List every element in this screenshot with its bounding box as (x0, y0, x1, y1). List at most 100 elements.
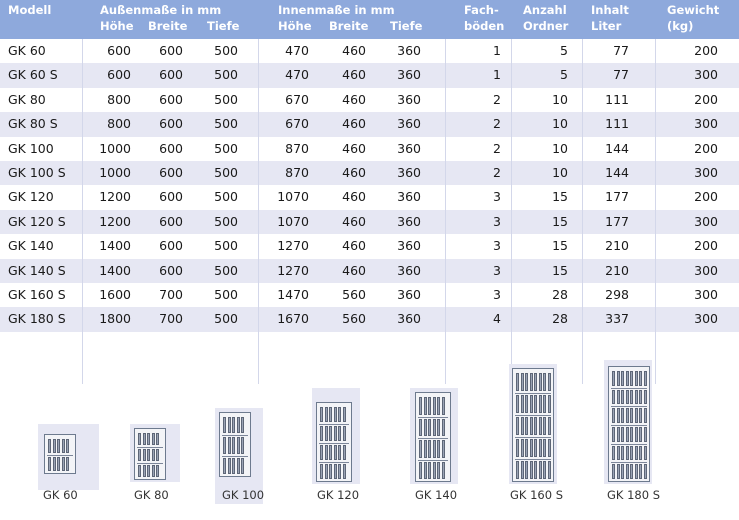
binder-icon (538, 373, 542, 391)
binder-icon (643, 389, 647, 405)
binder-icon (138, 465, 141, 477)
cell-ab: 600 (159, 67, 183, 83)
binder-icon (52, 439, 56, 453)
cell-ah: 800 (107, 91, 131, 107)
binder-icon (529, 373, 533, 391)
shelf-line (319, 424, 349, 425)
binder-icon (625, 389, 629, 405)
cell-ordner: 28 (552, 311, 568, 327)
header-ordner: Ordner (523, 19, 569, 33)
shelf-line (418, 438, 448, 439)
binder-icon (525, 439, 528, 457)
cabinet-label: GK 120 (317, 488, 360, 502)
cell-ib: 460 (342, 140, 366, 156)
shelf-line (137, 447, 163, 448)
cell-ah: 1800 (99, 311, 131, 327)
cell-gewicht: 200 (694, 91, 718, 107)
cell-fach: 3 (493, 238, 501, 254)
table-row: GK 80 800 600 500 670 460 360 2 10 111 200 (0, 87, 739, 113)
header-inhalt: Inhalt (591, 3, 629, 17)
binder-icon (57, 457, 60, 471)
binder-icon (612, 464, 615, 479)
binder-icon (432, 397, 436, 415)
cell-ah: 1000 (99, 140, 131, 156)
binder-icon (432, 418, 436, 436)
cell-ordner: 15 (552, 262, 568, 278)
header-gewicht: Gewicht (667, 3, 720, 17)
binder-icon (223, 437, 226, 454)
binder-icon (423, 461, 427, 479)
binder-icon (529, 395, 533, 413)
cell-ab: 600 (159, 164, 183, 180)
binder-icon (437, 440, 440, 458)
cell-liter: 210 (605, 238, 629, 254)
shelf-line (222, 455, 248, 457)
binder-icon (156, 465, 159, 477)
table-header: Modell Außenmaße in mm Höhe Breite Tiefe… (0, 0, 739, 39)
cell-ah: 600 (107, 67, 131, 83)
shelf-line (515, 415, 551, 416)
cabinet-label: GK 160 S (510, 488, 564, 502)
binder-icon (538, 461, 542, 479)
binder-icon (612, 408, 615, 423)
binder-icon (538, 417, 542, 435)
binder-icon (616, 389, 620, 405)
cell-it: 360 (397, 238, 421, 254)
cell-it: 360 (397, 262, 421, 278)
cell-gewicht: 300 (694, 67, 718, 83)
cell-at: 500 (214, 311, 238, 327)
binder-icon (639, 389, 642, 405)
binder-icon (241, 437, 244, 454)
binder-icon (320, 464, 323, 479)
cell-at: 500 (214, 286, 238, 302)
binder-icon (419, 461, 422, 479)
binder-icon (616, 427, 620, 442)
cell-ih: 470 (285, 67, 309, 83)
cabinet-icon (134, 428, 166, 480)
binder-icon (342, 445, 346, 460)
cell-at: 500 (214, 67, 238, 83)
table-row: GK 140 1400 600 500 1270 460 360 3 15 210 200 (0, 234, 739, 259)
binder-icon (423, 397, 427, 415)
cell-it: 360 (397, 213, 421, 229)
binder-icon (61, 439, 65, 453)
header-aussenmasse: Außenmaße in mm (100, 3, 222, 17)
header-anzahl: Anzahl (523, 3, 567, 17)
cell-ih: 870 (285, 140, 309, 156)
cell-ib: 460 (342, 238, 366, 254)
binder-icon (616, 464, 620, 479)
cabinet-icon (219, 412, 251, 477)
binder-icon (329, 464, 332, 479)
binder-icon (616, 408, 620, 423)
cell-at: 500 (214, 91, 238, 107)
shelf-line (222, 435, 248, 437)
cell-gewicht: 200 (694, 140, 718, 156)
cell-gewicht: 200 (694, 189, 718, 205)
binder-icon (66, 439, 69, 453)
cell-ih: 1270 (277, 238, 309, 254)
cell-ib: 460 (342, 116, 366, 132)
column-divider (445, 39, 446, 384)
binder-icon (324, 464, 328, 479)
binder-icon (630, 389, 633, 405)
table-row: GK 100 S 1000 600 500 870 460 360 2 10 144 300 (0, 160, 739, 186)
cell-modell: GK 180 S (8, 311, 66, 327)
binder-icon (516, 395, 519, 413)
binder-icon (227, 417, 231, 434)
binder-icon (547, 373, 551, 391)
cell-modell: GK 60 S (8, 67, 58, 83)
binder-icon (437, 397, 440, 415)
binder-icon (432, 440, 436, 458)
cell-ah: 600 (107, 43, 131, 58)
cell-at: 500 (214, 213, 238, 229)
cell-ordner: 5 (560, 43, 568, 58)
binder-icon (441, 397, 445, 415)
table-tail (0, 331, 739, 346)
binder-icon (236, 457, 240, 474)
cell-gewicht: 200 (694, 238, 718, 254)
shelf-line (319, 443, 349, 444)
cell-gewicht: 300 (694, 311, 718, 327)
binder-icon (232, 437, 235, 454)
cell-at: 500 (214, 262, 238, 278)
cell-gewicht: 200 (694, 43, 718, 58)
